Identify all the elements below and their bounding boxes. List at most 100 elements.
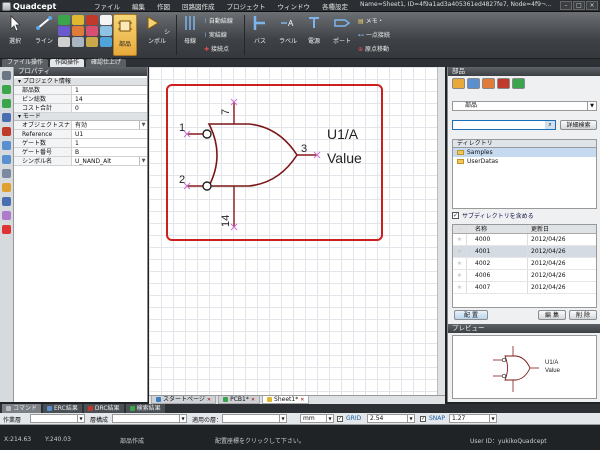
- star-icon[interactable]: ★: [453, 270, 467, 281]
- settings-icon[interactable]: [2, 211, 11, 220]
- undo-icon[interactable]: [2, 113, 11, 122]
- search-icon[interactable]: ⌕: [545, 121, 555, 129]
- tab-pcb1[interactable]: PCB1* ✕: [218, 396, 261, 404]
- single-wire-button[interactable]: ⊷ 一点接続: [358, 30, 390, 39]
- snap-select[interactable]: 1.27 ▼: [449, 414, 497, 423]
- footprint-tab-icon[interactable]: [482, 78, 495, 89]
- symbol-tab-icon[interactable]: [467, 78, 480, 89]
- section-project-info[interactable]: ▾ プロジェクト情報: [14, 78, 147, 86]
- tab-file-operations[interactable]: ファイル操作: [2, 59, 49, 67]
- canvas-vertical-scrollbar[interactable]: [437, 67, 445, 395]
- text-tool-icon[interactable]: [100, 15, 112, 25]
- dimension-tool-icon[interactable]: [58, 37, 70, 47]
- maximize-button[interactable]: □: [573, 1, 585, 10]
- parts-tab-icon[interactable]: [452, 78, 465, 89]
- value-text[interactable]: Value: [327, 150, 362, 166]
- edit-button[interactable]: 編 集: [538, 310, 566, 320]
- close-icon[interactable]: ✕: [300, 396, 304, 404]
- menu-draw[interactable]: 作図: [157, 1, 170, 11]
- star-icon[interactable]: ★: [453, 258, 467, 269]
- delete-button[interactable]: 削 除: [569, 310, 597, 320]
- move-origin-button[interactable]: ⊕ 原点移動: [358, 44, 389, 53]
- pointer-icon[interactable]: [2, 71, 11, 80]
- directory-item-samples[interactable]: Samples: [453, 148, 596, 157]
- model-tab-icon[interactable]: [512, 78, 525, 89]
- include-subdirectories-checkbox[interactable]: ✓ サブディレクトリを含める: [452, 211, 534, 220]
- detail-search-button[interactable]: 詳細検索: [560, 120, 597, 130]
- select-tool-button[interactable]: 選択: [4, 14, 26, 45]
- port-button[interactable]: ポート: [330, 14, 354, 45]
- menu-project[interactable]: プロジェクト: [227, 1, 266, 11]
- rectangle-tool-icon[interactable]: [58, 26, 70, 36]
- menu-schematic[interactable]: 回路図作成: [182, 1, 215, 11]
- place-button[interactable]: 配 置: [454, 310, 488, 320]
- work-layer-select[interactable]: ▼: [30, 414, 85, 423]
- nand-gate-symbol[interactable]: [207, 123, 298, 187]
- arrow-right-icon[interactable]: [2, 85, 11, 94]
- line-tool-button[interactable]: ライン: [32, 14, 56, 45]
- reference-text[interactable]: U1/A: [327, 126, 359, 142]
- library-tab-icon[interactable]: [497, 78, 510, 89]
- bus-wire-button[interactable]: 母線: [180, 14, 200, 45]
- arc-tool-icon[interactable]: [72, 26, 84, 36]
- star-icon[interactable]: ★: [453, 246, 467, 257]
- flip-icon[interactable]: [2, 197, 11, 206]
- tab-draw-operations[interactable]: 作図操作: [50, 59, 85, 67]
- part-tool-button[interactable]: 部品: [113, 14, 137, 56]
- tab-command[interactable]: コマンド: [2, 404, 42, 413]
- auto-wire-button[interactable]: ⌇ 自動結線: [204, 16, 233, 25]
- help-icon[interactable]: [2, 225, 11, 234]
- property-row[interactable]: ゲート番号 B: [14, 148, 147, 157]
- arrow-left-icon[interactable]: [2, 99, 11, 108]
- triangle-tool-icon[interactable]: [86, 15, 98, 25]
- grid-checkbox[interactable]: ✓: [337, 416, 343, 422]
- tab-erc-results[interactable]: ERC結果: [43, 404, 82, 413]
- menu-window[interactable]: ウィンドウ: [278, 1, 311, 11]
- table-row[interactable]: ★ 4002 2012/04/26: [453, 258, 596, 270]
- tab-drc-results[interactable]: DRC結果: [83, 404, 124, 413]
- image-tool-icon[interactable]: [100, 26, 112, 36]
- table-row[interactable]: ★ 4006 2012/04/26: [453, 270, 596, 282]
- apply-layer-select[interactable]: ▼: [222, 414, 287, 423]
- parts-category-select[interactable]: 部品 ▼: [452, 101, 597, 111]
- tab-search-results[interactable]: 検索結果: [125, 404, 165, 413]
- table-tool-icon[interactable]: [100, 37, 112, 47]
- table-row[interactable]: ★ 4000 2012/04/26: [453, 234, 596, 246]
- layer-config-select[interactable]: ▼: [112, 414, 187, 423]
- directory-item-userdatas[interactable]: UserDatas: [453, 157, 596, 166]
- tab-check-finish[interactable]: 確認仕上げ: [86, 59, 127, 67]
- tab-sheet1[interactable]: Sheet1* ✕: [262, 396, 310, 404]
- close-icon[interactable]: ✕: [251, 396, 255, 404]
- table-row[interactable]: ★ 4007 2012/04/26: [453, 282, 596, 294]
- property-row[interactable]: オブジェクトスナ 有効 ▼: [14, 121, 147, 130]
- rotate-icon[interactable]: [2, 183, 11, 192]
- real-wire-button[interactable]: ⌇ 実結線: [204, 30, 227, 39]
- table-row[interactable]: ★ 4001 2012/04/26: [453, 246, 596, 258]
- memo-button[interactable]: ▤ メモ・: [358, 16, 384, 25]
- grid-select[interactable]: 2.54 ▼: [367, 414, 415, 423]
- group-tool-icon[interactable]: [86, 37, 98, 47]
- property-row[interactable]: シンボル名 U_NAND_Alt ▼: [14, 157, 147, 166]
- chevron-down-icon[interactable]: ▼: [139, 157, 147, 165]
- parts-search-input[interactable]: ⌕: [452, 120, 556, 130]
- menu-file[interactable]: ファイル: [94, 1, 120, 11]
- minimize-button[interactable]: –: [560, 1, 572, 10]
- junction-button[interactable]: ✚ 接続点: [204, 44, 229, 53]
- unit-select[interactable]: mm ▼: [300, 414, 334, 423]
- circle-tool-icon[interactable]: [72, 15, 84, 25]
- label-button[interactable]: A ラベル: [276, 14, 300, 45]
- star-icon[interactable]: ★: [453, 282, 467, 293]
- hatch-tool-icon[interactable]: [72, 37, 84, 47]
- zoom-out-icon[interactable]: [2, 155, 11, 164]
- section-mode[interactable]: ▾ モード: [14, 113, 147, 121]
- zoom-in-icon[interactable]: [2, 141, 11, 150]
- menu-edit[interactable]: 編集: [132, 1, 145, 11]
- symbol-tool-button[interactable]: シンボル: [142, 14, 172, 45]
- property-row[interactable]: Reference U1: [14, 130, 147, 139]
- tab-start-page[interactable]: スタートページ ✕: [151, 396, 217, 404]
- polygon-tool-icon[interactable]: [86, 26, 98, 36]
- circle-tool-icon[interactable]: [58, 15, 70, 25]
- chevron-down-icon[interactable]: ▼: [139, 121, 147, 129]
- schematic-canvas[interactable]: 7 1 2 3 14 U1/A Value: [149, 67, 445, 395]
- close-icon[interactable]: ✕: [207, 396, 211, 404]
